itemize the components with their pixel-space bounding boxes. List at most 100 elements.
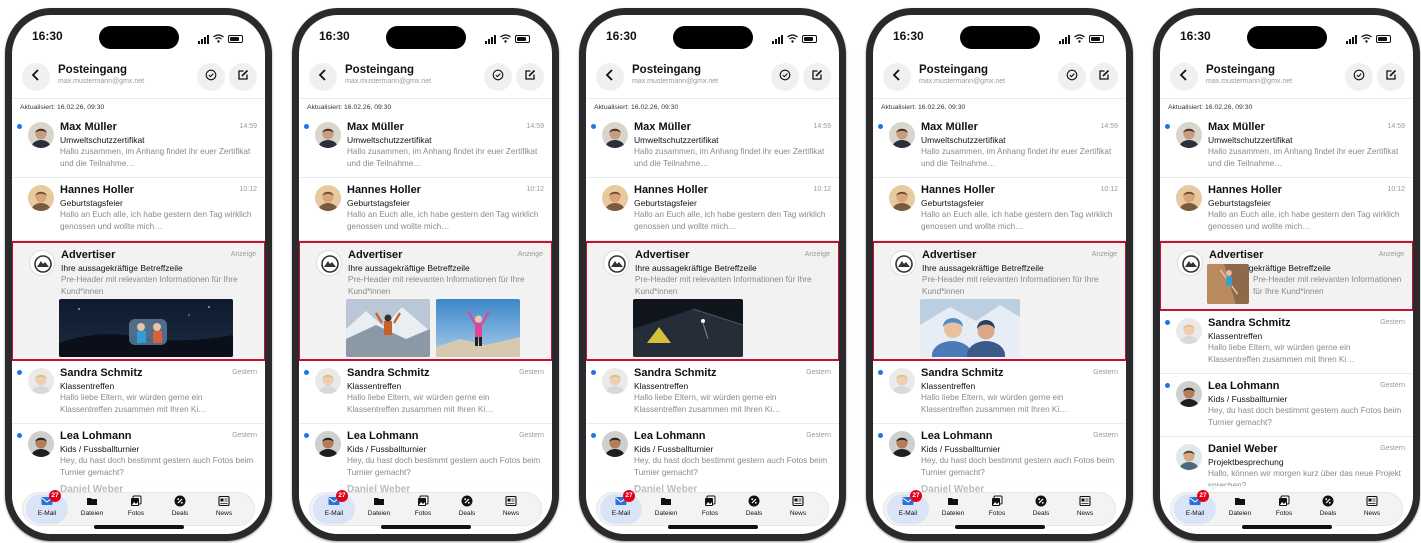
select-button[interactable] [484, 63, 512, 91]
mail-item-hannes[interactable]: Hannes Holler 10:12 Geburtstagsfeier Hallo … [1160, 178, 1413, 241]
mail-subject: Umweltschutzzertifikat [347, 135, 432, 145]
mail-item-max[interactable]: Max Müller 14:59 Umweltschutzzertifikat Hal… [1160, 115, 1413, 178]
tab-news[interactable]: News [1063, 495, 1107, 517]
sender-name: Sandra Schmitz [634, 367, 717, 379]
ad-preheader: Pre-Header mit relevanten Informationen … [1253, 275, 1402, 296]
tab-photos[interactable]: Fotos [688, 495, 732, 517]
avatar [889, 431, 915, 457]
mail-item-hannes[interactable]: Hannes Holler 10:12 Geburtstagsfeier Hallo … [12, 178, 265, 241]
deals-icon [732, 495, 776, 507]
mail-item-sandra[interactable]: Sandra Schmitz Gestern Klassentreffen Hallo… [1160, 311, 1413, 374]
select-button[interactable] [197, 63, 225, 91]
compose-button[interactable] [803, 63, 831, 91]
tab-mail[interactable]: 27 E-Mail [886, 490, 930, 517]
tab-news[interactable]: News [489, 495, 533, 517]
mail-item-sandra[interactable]: Sandra Schmitz Gestern Klassentreffen Hallo… [873, 361, 1126, 424]
mail-item-lea[interactable]: Lea Lohmann Gestern Kids / Fussballturnier… [12, 424, 265, 487]
sender-name: Lea Lohmann [634, 430, 706, 442]
mail-item-sandra[interactable]: Sandra Schmitz Gestern Klassentreffen Hallo… [12, 361, 265, 424]
ad-item[interactable]: Advertiser Anzeige Ihre aussagekräftige Be… [1160, 241, 1413, 311]
tab-files[interactable]: Dateien [70, 495, 114, 517]
mail-item-lea[interactable]: Lea Lohmann Gestern Kids / Fussballturnier… [1160, 374, 1413, 437]
tab-files[interactable]: Dateien [1218, 495, 1262, 517]
battery-icon [515, 35, 530, 43]
tab-news[interactable]: News [776, 495, 820, 517]
select-button[interactable] [1058, 63, 1086, 91]
compose-button[interactable] [1377, 63, 1405, 91]
tab-label: News [789, 510, 807, 517]
dynamic-island [98, 26, 179, 49]
mail-item-max[interactable]: Max Müller 14:59 Umweltschutzzertifikat Hal… [299, 115, 552, 178]
mail-preview: Hey, du hast doch bestimmt gestern auch … [921, 456, 1115, 477]
ad-image-2[interactable] [436, 299, 520, 357]
compose-button[interactable] [229, 63, 257, 91]
back-button[interactable] [596, 63, 624, 91]
mail-item-max[interactable]: Max Müller 14:59 Umweltschutzzertifikat Hal… [12, 115, 265, 178]
tab-news[interactable]: News [1350, 495, 1394, 517]
mail-item-lea[interactable]: Lea Lohmann Gestern Kids / Fussballturnier… [299, 424, 552, 487]
tab-photos[interactable]: Fotos [975, 495, 1019, 517]
tab-photos[interactable]: Fotos [114, 495, 158, 517]
mail-item-hannes[interactable]: Hannes Holler 10:12 Geburtstagsfeier Hallo … [299, 178, 552, 241]
mail-time: 10:12 [1100, 186, 1118, 193]
compose-button[interactable] [516, 63, 544, 91]
tab-deals[interactable]: Deals [732, 495, 776, 517]
mail-item-lea[interactable]: Lea Lohmann Gestern Kids / Fussballturnier… [586, 424, 839, 487]
back-button[interactable] [309, 63, 337, 91]
back-button[interactable] [1170, 63, 1198, 91]
mail-item-max[interactable]: Max Müller 14:59 Umweltschutzzertifikat Hal… [586, 115, 839, 178]
select-button[interactable] [1345, 63, 1373, 91]
mail-item-sandra[interactable]: Sandra Schmitz Gestern Klassentreffen Hallo… [299, 361, 552, 424]
ad-image[interactable] [1207, 264, 1249, 304]
mail-item-max[interactable]: Max Müller 14:59 Umweltschutzzertifikat Hal… [873, 115, 1126, 178]
ad-image-1[interactable] [346, 299, 430, 357]
back-button[interactable] [22, 63, 50, 91]
select-button[interactable] [771, 63, 799, 91]
tab-files[interactable]: Dateien [644, 495, 688, 517]
ad-item[interactable]: Advertiser Anzeige Ihre aussagekräftige Be… [299, 241, 552, 361]
ad-label: Anzeige [517, 251, 543, 258]
ad-item[interactable]: Advertiser Anzeige Ihre aussagekräftige Be… [873, 241, 1126, 361]
news-icon [1350, 495, 1394, 507]
tab-files[interactable]: Dateien [357, 495, 401, 517]
status-time: 16:30 [893, 29, 924, 43]
ad-image[interactable] [59, 299, 233, 357]
tab-mail[interactable]: 27 E-Mail [312, 490, 356, 517]
mail-item-sandra[interactable]: Sandra Schmitz Gestern Klassentreffen Hallo… [586, 361, 839, 424]
tab-mail[interactable]: 27 E-Mail [25, 490, 69, 517]
advertiser-logo-icon [316, 250, 342, 276]
mail-subject: Umweltschutzzertifikat [634, 135, 719, 145]
mail-preview: Hallo an Euch alle, ich habe gestern den… [634, 210, 826, 231]
ad-image[interactable] [920, 299, 1020, 357]
sender-name: Max Müller [921, 121, 978, 133]
check-circle-icon [492, 68, 504, 86]
tab-deals[interactable]: Deals [158, 495, 202, 517]
tab-deals[interactable]: Deals [1306, 495, 1350, 517]
ad-item[interactable]: Advertiser Anzeige Ihre aussagekräftige Be… [12, 241, 265, 361]
avatar [602, 431, 628, 457]
tab-photos[interactable]: Fotos [1262, 495, 1306, 517]
tab-mail[interactable]: 27 E-Mail [1173, 490, 1217, 517]
mail-item-hannes[interactable]: Hannes Holler 10:12 Geburtstagsfeier Hallo … [873, 178, 1126, 241]
tab-files[interactable]: Dateien [931, 495, 975, 517]
avatar [315, 122, 341, 148]
mail-time: 14:59 [813, 123, 831, 130]
deals-icon [445, 495, 489, 507]
tab-news[interactable]: News [202, 495, 246, 517]
tab-deals[interactable]: Deals [445, 495, 489, 517]
back-button[interactable] [883, 63, 911, 91]
mail-item-lea[interactable]: Lea Lohmann Gestern Kids / Fussballturnier… [873, 424, 1126, 487]
mail-item-hannes[interactable]: Hannes Holler 10:12 Geburtstagsfeier Hallo … [586, 178, 839, 241]
ad-item[interactable]: Advertiser Anzeige Ihre aussagekräftige Be… [586, 241, 839, 361]
ad-image[interactable] [633, 299, 743, 357]
tab-deals[interactable]: Deals [1019, 495, 1063, 517]
sender-name: Max Müller [1208, 121, 1265, 133]
avatar [28, 122, 54, 148]
ad-subject: Ihre aussagekräftige Betreffzeile [348, 263, 470, 273]
tab-photos[interactable]: Fotos [401, 495, 445, 517]
tab-label: E-Mail [37, 510, 57, 517]
tab-mail[interactable]: 27 E-Mail [599, 490, 643, 517]
sender-name: Hannes Holler [921, 184, 995, 196]
compose-button[interactable] [1090, 63, 1118, 91]
unread-count-badge: 27 [623, 490, 635, 502]
